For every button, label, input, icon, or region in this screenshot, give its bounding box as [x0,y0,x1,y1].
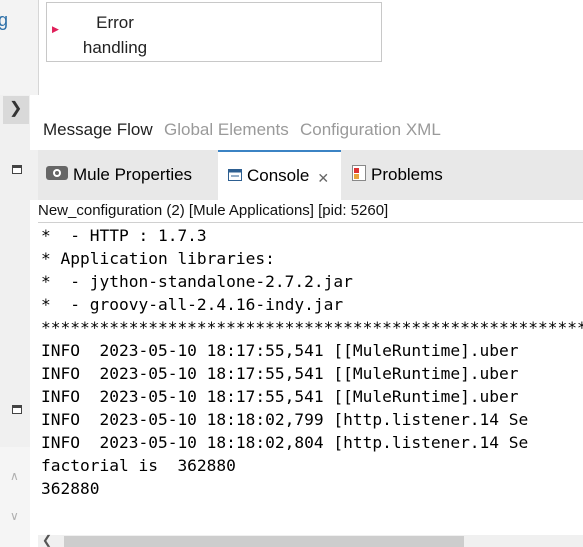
tab-mule-properties[interactable]: Mule Properties [46,150,192,200]
tab-label: Mule Properties [73,165,193,184]
console-view-tabbar: Mule Properties Console ✕ Problems [38,150,583,200]
console-line: * - HTTP : 1.7.3 [41,226,207,245]
console-line: INFO 2023-05-10 18:17:55,541 [[MuleRunti… [41,387,519,406]
tab-console[interactable]: Console ✕ [218,150,341,200]
console-line: INFO 2023-05-10 18:17:55,541 [[MuleRunti… [41,364,519,383]
palette-item-fragment[interactable]: g [0,10,8,31]
tab-problems[interactable]: Problems [352,150,443,200]
console-line: 362880 [41,479,100,498]
console-line: INFO 2023-05-10 18:18:02,804 [http.liste… [41,433,529,452]
close-icon[interactable]: ✕ [317,170,329,187]
mule-properties-icon [46,165,68,186]
console-line: ****************************************… [41,318,583,337]
scroll-down-icon[interactable]: ∨ [10,509,19,523]
error-handling-label: Error handling [82,13,148,57]
left-palette-panel: g [0,0,39,95]
console-line: INFO 2023-05-10 18:17:55,541 [[MuleRunti… [41,341,519,360]
scroll-left-icon[interactable]: ❮ [42,533,52,547]
console-line: * - groovy-all-2.4.16-indy.jar [41,295,344,314]
console-line: INFO 2023-05-10 18:18:02,799 [http.liste… [41,410,529,429]
console-process-label: New_configuration (2) [Mule Applications… [38,202,389,219]
expand-triangle-icon[interactable]: ▶ [52,24,59,35]
maximize-icon[interactable] [12,405,22,414]
collapse-chevron-button[interactable]: ❯ [3,96,29,124]
scroll-up-icon[interactable]: ∧ [10,469,19,483]
console-icon [228,166,242,186]
console-line: factorial is 362880 [41,456,236,475]
console-line: * - jython-standalone-2.7.2.jar [41,272,353,291]
maximize-icon[interactable] [12,165,22,174]
console-output[interactable]: * - HTTP : 1.7.3 * Application libraries… [38,223,583,535]
problems-icon [352,164,366,186]
tab-configuration-xml[interactable]: Configuration XML [300,120,441,140]
left-scrollbar[interactable]: ∧ ∨ [0,447,30,547]
tab-label: Console [247,166,310,185]
tab-message-flow[interactable]: Message Flow [43,120,153,140]
chevron-down-icon: ❯ [9,100,23,117]
scrollbar-thumb[interactable] [64,536,464,547]
tab-global-elements[interactable]: Global Elements [164,120,289,140]
tab-label: Problems [371,165,443,184]
console-line: * Application libraries: [41,249,275,268]
left-view-tabbar [0,150,38,200]
